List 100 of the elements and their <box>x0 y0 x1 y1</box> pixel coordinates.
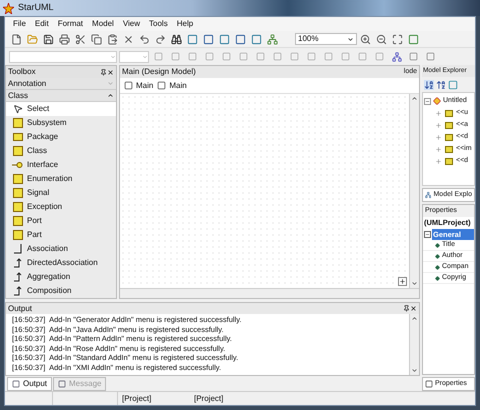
diagram-tab[interactable]: Main <box>124 80 154 92</box>
box-icon <box>12 146 22 156</box>
star-icon <box>3 2 14 14</box>
box-icon <box>12 188 22 198</box>
menu-item[interactable]: Help <box>176 18 194 30</box>
horizontal-scrollbar[interactable] <box>120 288 419 298</box>
pin-icon[interactable] <box>100 68 107 76</box>
panel-title: Output <box>8 302 32 314</box>
delete-icon <box>123 34 134 44</box>
square-icon <box>324 52 333 61</box>
copy-icon <box>91 34 102 44</box>
hierarchy-button[interactable] <box>265 32 280 46</box>
scroll-up-icon[interactable] <box>411 315 418 322</box>
sort-icon[interactable] <box>424 80 434 90</box>
square-icon <box>408 34 419 44</box>
category-header[interactable]: Annotation <box>6 78 116 90</box>
diamond-icon <box>435 264 440 270</box>
expand-icon[interactable] <box>435 122 442 128</box>
menu-item[interactable]: View <box>122 18 140 30</box>
save-icon <box>43 34 54 44</box>
square-icon <box>251 34 262 44</box>
square-icon <box>205 52 214 61</box>
dropdown-icon <box>142 54 148 60</box>
window-title: StarUML <box>18 1 54 14</box>
square-icon <box>426 52 435 61</box>
square-icon <box>222 52 231 61</box>
tab-icon <box>12 380 20 388</box>
menu-item[interactable]: Format <box>58 18 84 30</box>
hierarchy-icon <box>267 34 278 44</box>
plus-icon[interactable] <box>398 277 407 286</box>
scroll-down-icon[interactable] <box>411 280 418 287</box>
find-icon <box>171 34 182 44</box>
close-icon[interactable] <box>107 68 114 76</box>
square-icon <box>187 34 198 44</box>
close-icon[interactable] <box>410 305 417 312</box>
square-icon <box>188 52 197 61</box>
square-icon <box>290 52 299 61</box>
zoom-combo[interactable]: 100% <box>295 33 357 45</box>
bottom-tab[interactable]: Output <box>7 376 52 390</box>
square-icon <box>203 34 214 44</box>
square-icon <box>409 52 418 61</box>
scroll-down-icon[interactable] <box>411 367 418 374</box>
diagram-tab[interactable]: Main <box>157 80 187 92</box>
box-icon <box>12 174 22 184</box>
panel-title: Main (Design Model) <box>122 66 196 78</box>
square-icon[interactable] <box>448 80 458 90</box>
square-icon <box>358 52 367 61</box>
scroll-up-icon[interactable] <box>411 95 418 102</box>
square-icon <box>235 34 246 44</box>
print-button[interactable] <box>57 32 72 46</box>
square-icon <box>239 52 248 61</box>
status-text: [Project] <box>193 392 224 404</box>
line-icon <box>14 244 22 254</box>
sort-icon[interactable] <box>436 80 446 90</box>
pointer-icon <box>12 104 22 114</box>
menu-item[interactable]: Model <box>92 18 114 30</box>
tab-icon <box>425 380 433 388</box>
square-icon <box>171 52 180 61</box>
menu-item[interactable]: Tools <box>149 18 168 30</box>
undo-icon <box>139 34 150 44</box>
box-icon <box>12 216 22 226</box>
square-icon <box>307 52 316 61</box>
dropdown-icon <box>110 54 116 60</box>
vertical-scrollbar[interactable] <box>409 94 419 288</box>
hierarchy-icon <box>392 52 402 62</box>
expand-icon[interactable] <box>435 146 442 152</box>
panel-title: Toolbox <box>8 66 36 78</box>
square-icon <box>256 52 265 61</box>
collapse-icon[interactable] <box>424 231 430 238</box>
redo-icon <box>155 34 166 44</box>
project-icon <box>433 97 441 105</box>
category-header[interactable]: Class <box>6 90 116 102</box>
tab-icon <box>58 380 66 388</box>
diagram-icon <box>124 81 133 90</box>
status-text: [Project] <box>121 392 152 404</box>
diamond-icon <box>435 276 440 280</box>
box-icon <box>12 230 22 240</box>
menu-item[interactable]: Edit <box>34 18 49 30</box>
expand-icon[interactable] <box>435 134 442 140</box>
zoom-out-icon <box>376 34 387 44</box>
folder-icon <box>12 133 22 141</box>
square-icon <box>273 52 282 61</box>
zoom-in-icon <box>360 34 371 44</box>
expand-icon[interactable] <box>435 158 442 164</box>
hierarchy-icon <box>425 191 432 199</box>
diamond-icon <box>435 242 440 248</box>
collapse-icon[interactable] <box>424 98 431 104</box>
copy-button[interactable] <box>89 32 104 46</box>
arrow-icon <box>14 272 22 282</box>
square-icon <box>375 52 384 61</box>
print-icon <box>59 34 70 44</box>
toolbox-item[interactable]: Select <box>6 102 116 116</box>
vertical-scrollbar[interactable] <box>409 314 419 375</box>
diamond-icon <box>435 254 440 258</box>
paste-icon <box>107 34 118 44</box>
menu-item[interactable]: File <box>13 18 26 30</box>
new-file-icon <box>11 34 22 44</box>
expand-icon[interactable] <box>435 110 442 116</box>
pin-icon[interactable] <box>403 305 410 312</box>
fit-icon <box>392 34 403 44</box>
